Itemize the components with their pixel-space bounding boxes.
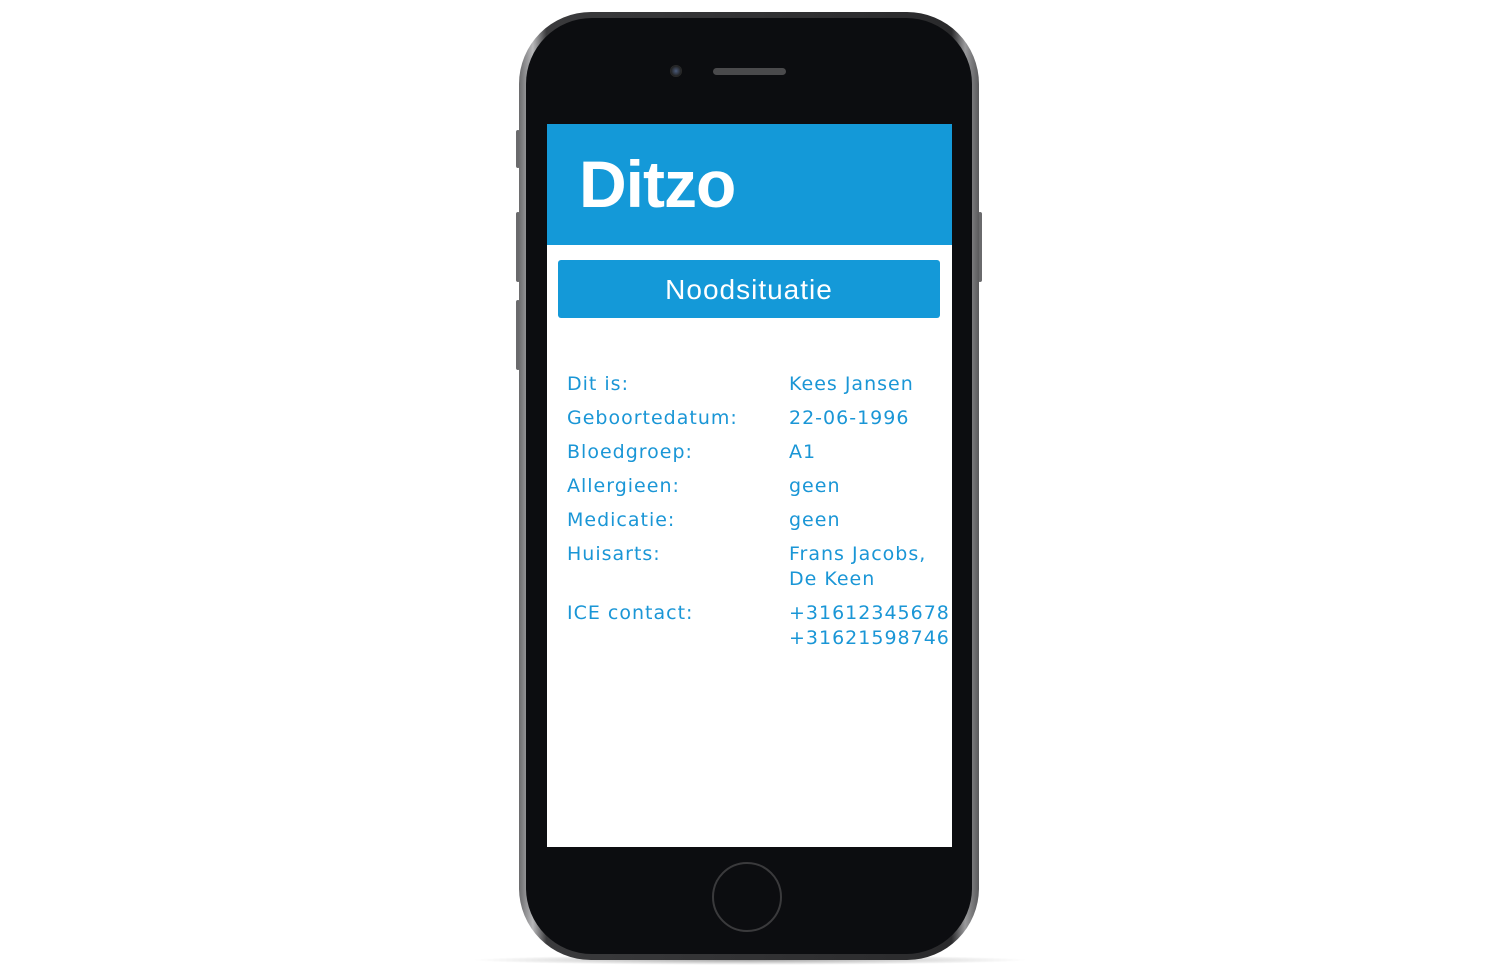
info-value: Frans Jacobs, De Keen <box>789 542 926 592</box>
app-header: Ditzo <box>547 124 952 245</box>
camera-icon <box>670 65 682 77</box>
info-label: Bloedgroep: <box>567 441 693 463</box>
info-row: Huisarts: Frans Jacobs, De Keen <box>567 542 952 592</box>
info-row: Medicatie: geen <box>567 508 952 533</box>
info-row: Dit is: Kees Jansen <box>567 372 952 397</box>
home-button[interactable] <box>712 862 782 932</box>
info-value: 22-06-1996 <box>789 406 909 431</box>
info-row: Allergieen: geen <box>567 474 952 499</box>
info-value-line: geen <box>789 475 841 497</box>
info-value-line: Frans Jacobs, <box>789 543 927 565</box>
info-label: Allergieen: <box>567 475 680 497</box>
info-label: Dit is: <box>567 373 629 395</box>
info-value: geen <box>789 508 840 533</box>
info-value: Kees Jansen <box>789 372 914 397</box>
emergency-button[interactable]: Noodsituatie <box>558 260 940 318</box>
info-value: +31612345678 +31621598746 <box>789 601 950 651</box>
info-label: ICE contact: <box>567 602 694 624</box>
info-label: Huisarts: <box>567 543 661 565</box>
info-row: Geboortedatum: 22-06-1996 <box>567 406 952 431</box>
app-screen: Ditzo Noodsituatie Dit is: Kees Jansen Geb… <box>547 124 952 847</box>
info-value-line: 22-06-1996 <box>789 407 910 429</box>
info-value-line: De Keen <box>789 568 876 590</box>
medical-info-list: Dit is: Kees Jansen Geboortedatum: 22-06-19… <box>567 372 952 660</box>
info-value-line: geen <box>789 509 841 531</box>
ditzo-logo: Ditzo <box>579 147 736 221</box>
info-value: geen <box>789 474 840 499</box>
info-value-line: Kees Jansen <box>789 373 914 395</box>
info-label: Medicatie: <box>567 509 676 531</box>
info-row: Bloedgroep: A1 <box>567 440 952 465</box>
info-label: Geboortedatum: <box>567 407 738 429</box>
info-row: ICE contact: +31612345678 +31621598746 <box>567 601 952 651</box>
speaker-grille <box>713 68 786 75</box>
info-value: A1 <box>789 440 816 465</box>
info-value-line: +31612345678 <box>789 602 950 624</box>
info-value-line: +31621598746 <box>789 627 950 649</box>
info-value-line: A1 <box>789 441 817 463</box>
